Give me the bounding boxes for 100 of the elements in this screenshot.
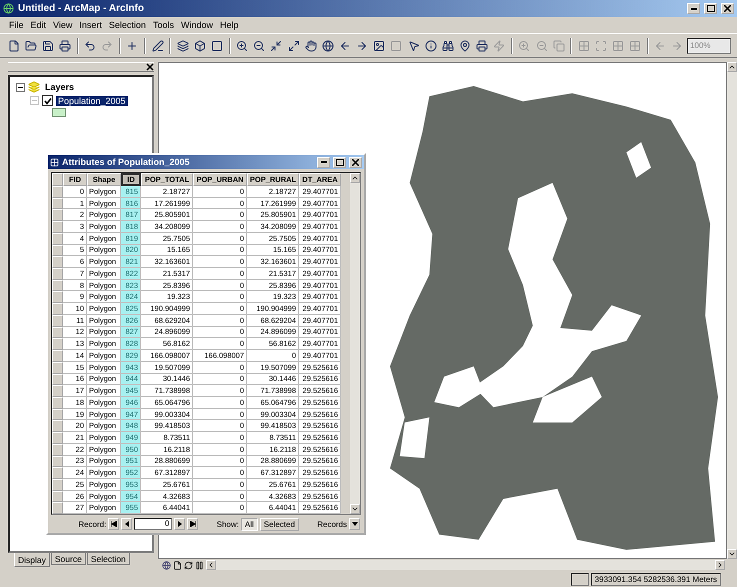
- scan-icon: [594, 40, 607, 52]
- layout-view-icon[interactable]: [173, 560, 182, 570]
- new-document-icon: [8, 40, 20, 52]
- maximize-icon: [336, 158, 344, 166]
- fixed-zoom-out-icon: [288, 40, 300, 52]
- zoom-in-icon: [518, 40, 530, 52]
- data-view-icon[interactable]: [162, 560, 171, 570]
- frame-icon: [390, 40, 402, 52]
- back-icon: [338, 40, 351, 52]
- options-button[interactable]: [349, 518, 360, 530]
- save-icon: [42, 40, 54, 52]
- menu-item[interactable]: File: [6, 19, 27, 31]
- menu-item[interactable]: Selection: [106, 19, 149, 31]
- record-field[interactable]: 0: [134, 518, 172, 530]
- caret-icon: [207, 561, 215, 569]
- layer-checkbox[interactable]: [42, 95, 53, 106]
- zoom-out-icon: [536, 40, 548, 52]
- caret-icon: [352, 522, 358, 526]
- print-icon: [58, 40, 71, 52]
- scrollbar[interactable]: [727, 62, 737, 559]
- scroll-up-button[interactable]: [350, 173, 360, 183]
- window-title: Attributes of Population_2005: [62, 157, 191, 167]
- tab[interactable]: Source: [50, 553, 86, 565]
- menu-item[interactable]: View: [50, 19, 76, 31]
- find-icon: [442, 40, 454, 52]
- caret-icon: [351, 174, 359, 182]
- maximize-button[interactable]: [333, 156, 346, 168]
- layers-icon: [176, 40, 189, 52]
- grid-icon: [612, 40, 624, 52]
- pause-icon[interactable]: [195, 560, 204, 570]
- close-icon[interactable]: [146, 63, 154, 71]
- open-folder-icon: [24, 40, 37, 52]
- tab[interactable]: Display: [14, 553, 50, 567]
- record-label: Record:: [78, 520, 106, 528]
- forward-icon: [671, 40, 684, 52]
- window-title: Untitled - ArcMap - ArcInfo: [18, 3, 145, 14]
- redo-icon: [101, 40, 114, 52]
- menu-item[interactable]: Edit: [28, 19, 50, 31]
- maximize-icon: [706, 5, 714, 12]
- forward-icon: [356, 40, 368, 52]
- image-icon: [373, 40, 386, 52]
- close-button[interactable]: [721, 3, 734, 14]
- minimize-button[interactable]: [687, 3, 700, 14]
- info-icon: [424, 40, 437, 52]
- grid-icon: [578, 40, 590, 52]
- legend-swatch: [52, 108, 66, 117]
- maximize-button[interactable]: [704, 3, 717, 14]
- table-icon: [50, 158, 59, 166]
- lightning-icon: [493, 40, 506, 52]
- undo-icon: [84, 40, 96, 52]
- pointer-icon: [408, 40, 420, 52]
- caret-icon: [351, 505, 359, 513]
- collapse-icon[interactable]: [16, 82, 25, 92]
- minimize-icon: [320, 161, 326, 163]
- next-record-button[interactable]: [174, 518, 186, 530]
- menu-item[interactable]: Help: [216, 19, 242, 31]
- tree-item[interactable]: Population_2005: [56, 96, 128, 106]
- previous-icon: [124, 521, 129, 527]
- show-toggle[interactable]: All: [240, 518, 258, 530]
- menu-item[interactable]: Insert: [76, 19, 105, 31]
- back-icon: [654, 40, 666, 52]
- previous-record-button[interactable]: [121, 518, 132, 530]
- show-toggle[interactable]: Selected: [260, 518, 299, 530]
- close-icon: [352, 158, 359, 166]
- scroll-down-button[interactable]: [350, 504, 360, 514]
- row-selector[interactable]: [52, 502, 63, 514]
- coordinates: 3933091.354 5282536.391 Meters: [590, 572, 721, 586]
- last-icon: [190, 521, 196, 527]
- zoom-in-icon: [236, 40, 248, 52]
- scrollbar[interactable]: [350, 173, 360, 514]
- pen-icon: [152, 40, 164, 52]
- options-label: Records: [317, 520, 348, 528]
- window-icon: [210, 40, 223, 52]
- minimize-icon: [690, 8, 696, 10]
- show-label: Show:: [216, 520, 239, 528]
- page-icon: [552, 40, 565, 52]
- layers-icon: [28, 81, 40, 93]
- pan-icon: [304, 40, 317, 52]
- menu-item[interactable]: Tools: [150, 19, 177, 31]
- caret-icon: [728, 63, 736, 71]
- menu-item[interactable]: Window: [178, 19, 216, 31]
- tree-item[interactable]: Layers: [43, 82, 76, 92]
- minimize-button[interactable]: [317, 156, 330, 168]
- scroll-down-button[interactable]: [727, 549, 737, 559]
- refresh-icon[interactable]: [184, 560, 193, 570]
- zoom-out-icon: [253, 40, 266, 52]
- add-data-icon: [126, 40, 138, 52]
- scroll-left-button[interactable]: [206, 560, 216, 570]
- scroll-up-button[interactable]: [727, 62, 737, 72]
- close-button[interactable]: [349, 156, 362, 168]
- first-icon: [110, 521, 117, 527]
- scroll-right-button[interactable]: [715, 560, 725, 570]
- status-panel: [570, 572, 589, 586]
- last-record-button[interactable]: [187, 518, 198, 530]
- first-record-button[interactable]: [108, 518, 120, 530]
- scrollbar[interactable]: [206, 560, 725, 570]
- tab[interactable]: Selection: [86, 553, 130, 565]
- globe-icon: [322, 40, 334, 52]
- app-icon: [3, 3, 14, 14]
- close-icon: [724, 5, 731, 12]
